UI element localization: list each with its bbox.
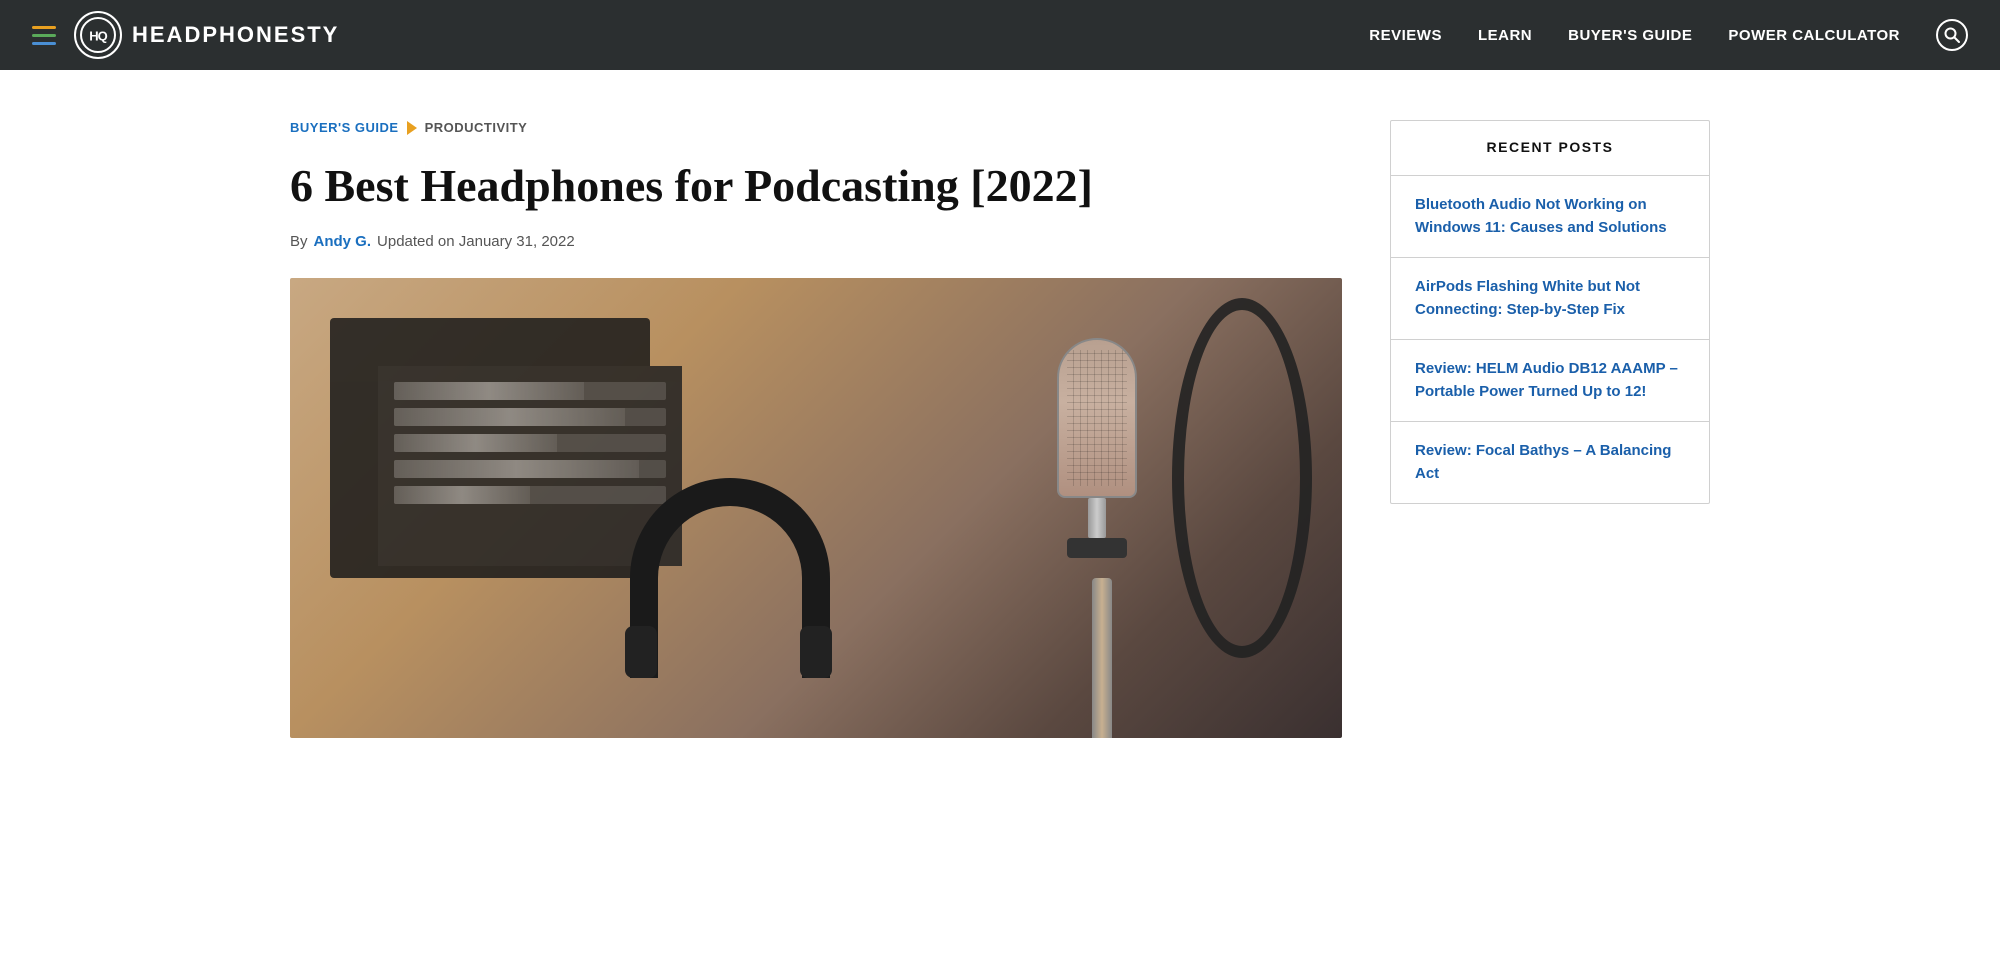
hamburger-line-1 bbox=[32, 26, 56, 29]
recent-posts-title: RECENT POSTS bbox=[1487, 139, 1614, 155]
navbar-left: HQ HEADPHONESTY bbox=[32, 11, 339, 59]
recent-posts-box: RECENT POSTS Bluetooth Audio Not Working… bbox=[1390, 120, 1710, 504]
microphone-neck bbox=[1088, 498, 1106, 538]
daw-track-5 bbox=[394, 486, 666, 504]
recent-post-link-1[interactable]: Bluetooth Audio Not Working on Windows 1… bbox=[1415, 196, 1667, 236]
search-icon bbox=[1944, 27, 1960, 43]
logo-icon: HQ bbox=[74, 11, 122, 59]
recent-post-item-1[interactable]: Bluetooth Audio Not Working on Windows 1… bbox=[1391, 176, 1709, 258]
article-meta: By Andy G. Updated on January 31, 2022 bbox=[290, 233, 1342, 250]
microphone-body bbox=[1052, 338, 1142, 598]
nav-learn[interactable]: LEARN bbox=[1478, 27, 1532, 44]
daw-track-4 bbox=[394, 460, 666, 478]
hamburger-menu[interactable] bbox=[32, 26, 56, 45]
recent-post-item-3[interactable]: Review: HELM Audio DB12 AAAMP – Portable… bbox=[1391, 340, 1709, 422]
daw-screen bbox=[378, 366, 682, 566]
breadcrumb-parent[interactable]: BUYER'S GUIDE bbox=[290, 120, 399, 135]
nav-power-calculator[interactable]: POWER CALCULATOR bbox=[1728, 27, 1900, 44]
daw-track-1 bbox=[394, 382, 666, 400]
daw-track-2 bbox=[394, 408, 666, 426]
microphone-stand bbox=[1092, 578, 1112, 738]
headphone-ear-right bbox=[800, 626, 832, 678]
microphone-mount bbox=[1067, 538, 1127, 558]
breadcrumb: BUYER'S GUIDE PRODUCTIVITY bbox=[290, 120, 1342, 135]
hero-image-inner bbox=[290, 278, 1342, 738]
recent-post-item-4[interactable]: Review: Focal Bathys – A Balancing Act bbox=[1391, 422, 1709, 503]
recent-post-link-4[interactable]: Review: Focal Bathys – A Balancing Act bbox=[1415, 442, 1671, 482]
article-meta-separator: Updated on January 31, 2022 bbox=[377, 233, 575, 250]
daw-track-3 bbox=[394, 434, 666, 452]
article-title: 6 Best Headphones for Podcasting [2022] bbox=[290, 159, 1250, 213]
main-column: BUYER'S GUIDE PRODUCTIVITY 6 Best Headph… bbox=[290, 120, 1342, 738]
recent-post-link-2[interactable]: AirPods Flashing White but Not Connectin… bbox=[1415, 278, 1640, 318]
breadcrumb-separator-icon bbox=[407, 121, 417, 135]
pop-filter bbox=[1172, 298, 1312, 658]
logo-text: HEADPHONESTY bbox=[132, 22, 339, 48]
breadcrumb-child: PRODUCTIVITY bbox=[425, 120, 528, 135]
hamburger-line-2 bbox=[32, 34, 56, 37]
headphone-ear-left bbox=[625, 626, 657, 678]
logo-link[interactable]: HQ HEADPHONESTY bbox=[74, 11, 339, 59]
recent-posts-header: RECENT POSTS bbox=[1391, 121, 1709, 176]
hamburger-line-3 bbox=[32, 42, 56, 45]
article-author-link[interactable]: Andy G. bbox=[314, 233, 372, 250]
navbar: HQ HEADPHONESTY REVIEWS LEARN BUYER'S GU… bbox=[0, 0, 2000, 70]
sidebar: RECENT POSTS Bluetooth Audio Not Working… bbox=[1390, 120, 1710, 504]
microphone-grille bbox=[1057, 338, 1137, 498]
article-hero-image bbox=[290, 278, 1342, 738]
recent-post-link-3[interactable]: Review: HELM Audio DB12 AAAMP – Portable… bbox=[1415, 360, 1678, 400]
monitor-background bbox=[330, 318, 650, 578]
recent-post-item-2[interactable]: AirPods Flashing White but Not Connectin… bbox=[1391, 258, 1709, 340]
search-button[interactable] bbox=[1936, 19, 1968, 51]
navbar-right: REVIEWS LEARN BUYER'S GUIDE POWER CALCUL… bbox=[1369, 19, 1968, 51]
nav-buyers-guide[interactable]: BUYER'S GUIDE bbox=[1568, 27, 1692, 44]
article-by-label: By bbox=[290, 233, 308, 250]
nav-reviews[interactable]: REVIEWS bbox=[1369, 27, 1442, 44]
svg-text:HQ: HQ bbox=[89, 29, 107, 44]
content-wrap: BUYER'S GUIDE PRODUCTIVITY 6 Best Headph… bbox=[230, 70, 1770, 778]
